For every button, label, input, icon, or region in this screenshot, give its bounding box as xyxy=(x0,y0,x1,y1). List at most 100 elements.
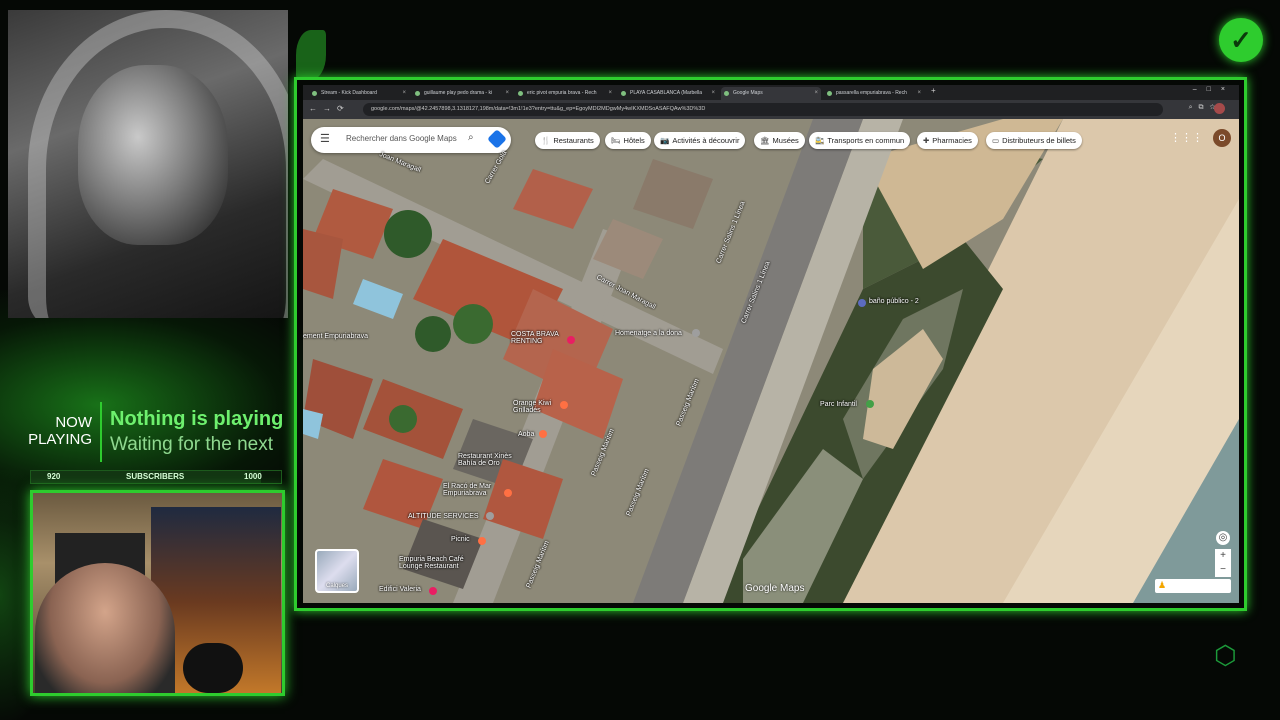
tab-label: Google Maps xyxy=(733,90,763,96)
verified-check-badge: ✓ xyxy=(1219,18,1263,62)
tab-playa-casablanca[interactable]: PLAYA CASABLANCA (Marbella × xyxy=(618,87,718,100)
chip-museums[interactable]: 🏛 Musées xyxy=(754,132,805,149)
restaurant-pin-icon[interactable] xyxy=(560,401,568,409)
fork-knife-icon: 🍴 xyxy=(541,136,551,145)
apps-grid-icon[interactable]: ⋮⋮⋮ xyxy=(1170,131,1203,144)
place-label: ement Empuriabrava xyxy=(303,333,368,340)
window-controls[interactable]: –□× xyxy=(1193,86,1235,93)
favicon-icon xyxy=(312,91,317,96)
chip-label: Restaurants xyxy=(553,136,594,145)
silver-mask xyxy=(78,65,228,245)
tab-google-maps[interactable]: Google Maps × xyxy=(721,87,821,100)
place-label[interactable]: El Racó de Mar Empuriabrava xyxy=(443,483,501,497)
url-field[interactable]: google.com/maps/@42.2457898,3.1318127,19… xyxy=(363,103,1163,116)
masked-camera-feed xyxy=(8,10,288,318)
restaurant-pin-icon[interactable] xyxy=(478,537,486,545)
now-playing-label: NOW PLAYING xyxy=(28,414,92,448)
chip-pharmacies[interactable]: ✚ Pharmacies xyxy=(917,132,978,149)
tab-kick-dashboard[interactable]: Stream - Kick Dashboard × xyxy=(309,87,409,100)
place-label[interactable]: Parc Infantil xyxy=(820,401,857,408)
camera-icon: 📷 xyxy=(660,136,670,145)
place-label[interactable]: Picnic xyxy=(451,536,470,543)
close-icon[interactable]: × xyxy=(402,87,406,100)
account-avatar[interactable]: O xyxy=(1213,129,1231,147)
favicon-icon xyxy=(827,91,832,96)
transit-icon: 🚉 xyxy=(815,136,825,145)
pharmacy-icon: ✚ xyxy=(923,136,930,145)
zoom-in-button[interactable]: + xyxy=(1215,549,1231,563)
my-location-icon[interactable]: ◎ xyxy=(1216,531,1230,545)
atm-icon: ▭ xyxy=(992,136,1000,145)
nav-buttons[interactable]: ←→⟳ xyxy=(309,104,350,113)
search-placeholder[interactable]: Rechercher dans Google Maps xyxy=(346,134,457,143)
place-label[interactable]: baño público - 2 xyxy=(869,298,919,305)
tab-search-1[interactable]: guillaume play pedo drama - ki × xyxy=(412,87,512,100)
tab-label: PLAYA CASABLANCA (Marbella xyxy=(630,90,703,96)
favicon-icon xyxy=(724,91,729,96)
chip-hotels[interactable]: 🛏 Hôtels xyxy=(605,132,651,149)
chip-atm[interactable]: ▭ Distributeurs de billets xyxy=(986,132,1082,149)
map-search-box[interactable]: ☰ Rechercher dans Google Maps ⌕ xyxy=(311,127,511,153)
restaurant-pin-icon[interactable] xyxy=(539,430,547,438)
chip-activities[interactable]: 📷 Activités à découvrir xyxy=(654,132,746,149)
leaf-decoration xyxy=(296,30,326,80)
satellite-map[interactable]: ☰ Rechercher dans Google Maps ⌕ 🍴 Restaur… xyxy=(303,119,1239,603)
now-playing-title: Nothing is playing xyxy=(110,408,284,430)
checkmark-icon: ✓ xyxy=(1230,24,1252,55)
chip-transit[interactable]: 🚉 Transports en commun xyxy=(809,132,911,149)
place-label[interactable]: Orange Kiwi Grilladés xyxy=(513,400,559,414)
chip-label: Activités à découvrir xyxy=(672,136,740,145)
place-label[interactable]: COSTA BRAVA RENTING xyxy=(511,331,567,345)
place-label[interactable]: Homenatge a la dona xyxy=(615,330,682,337)
tab-search-3[interactable]: passarella empuriabrava - Rech × xyxy=(824,87,924,100)
zoom-out-button[interactable]: − xyxy=(1215,563,1231,577)
google-maps-logo: Google Maps xyxy=(745,583,805,594)
place-label[interactable]: Edifici Valeria xyxy=(379,586,421,593)
restroom-pin-icon[interactable] xyxy=(858,299,866,307)
chip-label: Distributeurs de billets xyxy=(1002,136,1076,145)
place-pin-icon[interactable] xyxy=(567,336,575,344)
place-label[interactable]: Restaurant Xinès Bahía de Oro xyxy=(458,453,518,467)
favicon-icon xyxy=(415,91,420,96)
map-bottom-toolbar[interactable]: ♟ xyxy=(1155,579,1231,593)
address-bar-row: ←→⟳ google.com/maps/@42.2457898,3.131812… xyxy=(303,100,1239,119)
browser-window: Stream - Kick Dashboard × guillaume play … xyxy=(303,85,1239,603)
bed-icon: 🛏 xyxy=(611,136,621,145)
subscriber-goal: 1000 xyxy=(244,472,262,481)
tab-label: passarella empuriabrava - Rech xyxy=(836,90,907,96)
close-icon[interactable]: × xyxy=(814,87,818,100)
favicon-icon xyxy=(621,91,626,96)
chip-restaurants[interactable]: 🍴 Restaurants xyxy=(535,132,600,149)
chip-label: Hôtels xyxy=(623,136,645,145)
directions-icon[interactable] xyxy=(487,129,507,149)
streamer xyxy=(35,563,175,693)
subscriber-current: 920 xyxy=(47,472,61,481)
profile-avatar[interactable] xyxy=(1214,103,1225,114)
place-pin-icon[interactable] xyxy=(429,587,437,595)
now-playing-divider xyxy=(100,402,102,462)
place-label[interactable]: Empuria Beach Café Lounge Restaurant xyxy=(399,556,475,570)
close-icon[interactable]: × xyxy=(505,87,509,100)
menu-icon[interactable]: ☰ xyxy=(320,132,330,145)
place-label[interactable]: Aoba xyxy=(518,431,534,438)
layers-button[interactable]: Calques xyxy=(315,549,359,593)
restaurant-pin-icon[interactable] xyxy=(504,489,512,497)
place-pin-icon[interactable] xyxy=(692,329,700,337)
subscriber-label: SUBSCRIBERS xyxy=(126,472,185,481)
streamer-camera-feed xyxy=(30,490,285,696)
close-icon[interactable]: × xyxy=(917,87,921,100)
tab-label: eric pivot empuria brava - Rech xyxy=(527,90,597,96)
place-label[interactable]: ALTITUDE SERVICES xyxy=(408,513,479,520)
chip-label: Transports en commun xyxy=(827,136,905,145)
park-pin-icon[interactable] xyxy=(866,400,874,408)
search-icon[interactable]: ⌕ xyxy=(468,132,474,143)
pegman-icon[interactable]: ♟ xyxy=(1158,580,1166,591)
new-tab-button[interactable]: + xyxy=(931,86,936,95)
close-icon[interactable]: × xyxy=(711,87,715,100)
place-pin-icon[interactable] xyxy=(486,512,494,520)
tab-label: guillaume play pedo drama - ki xyxy=(424,90,493,96)
now-playing-widget: NOW PLAYING Nothing is playing Waiting f… xyxy=(22,400,292,462)
tab-search-2[interactable]: eric pivot empuria brava - Rech × xyxy=(515,87,615,100)
chip-label: Pharmacies xyxy=(932,136,972,145)
close-icon[interactable]: × xyxy=(608,87,612,100)
